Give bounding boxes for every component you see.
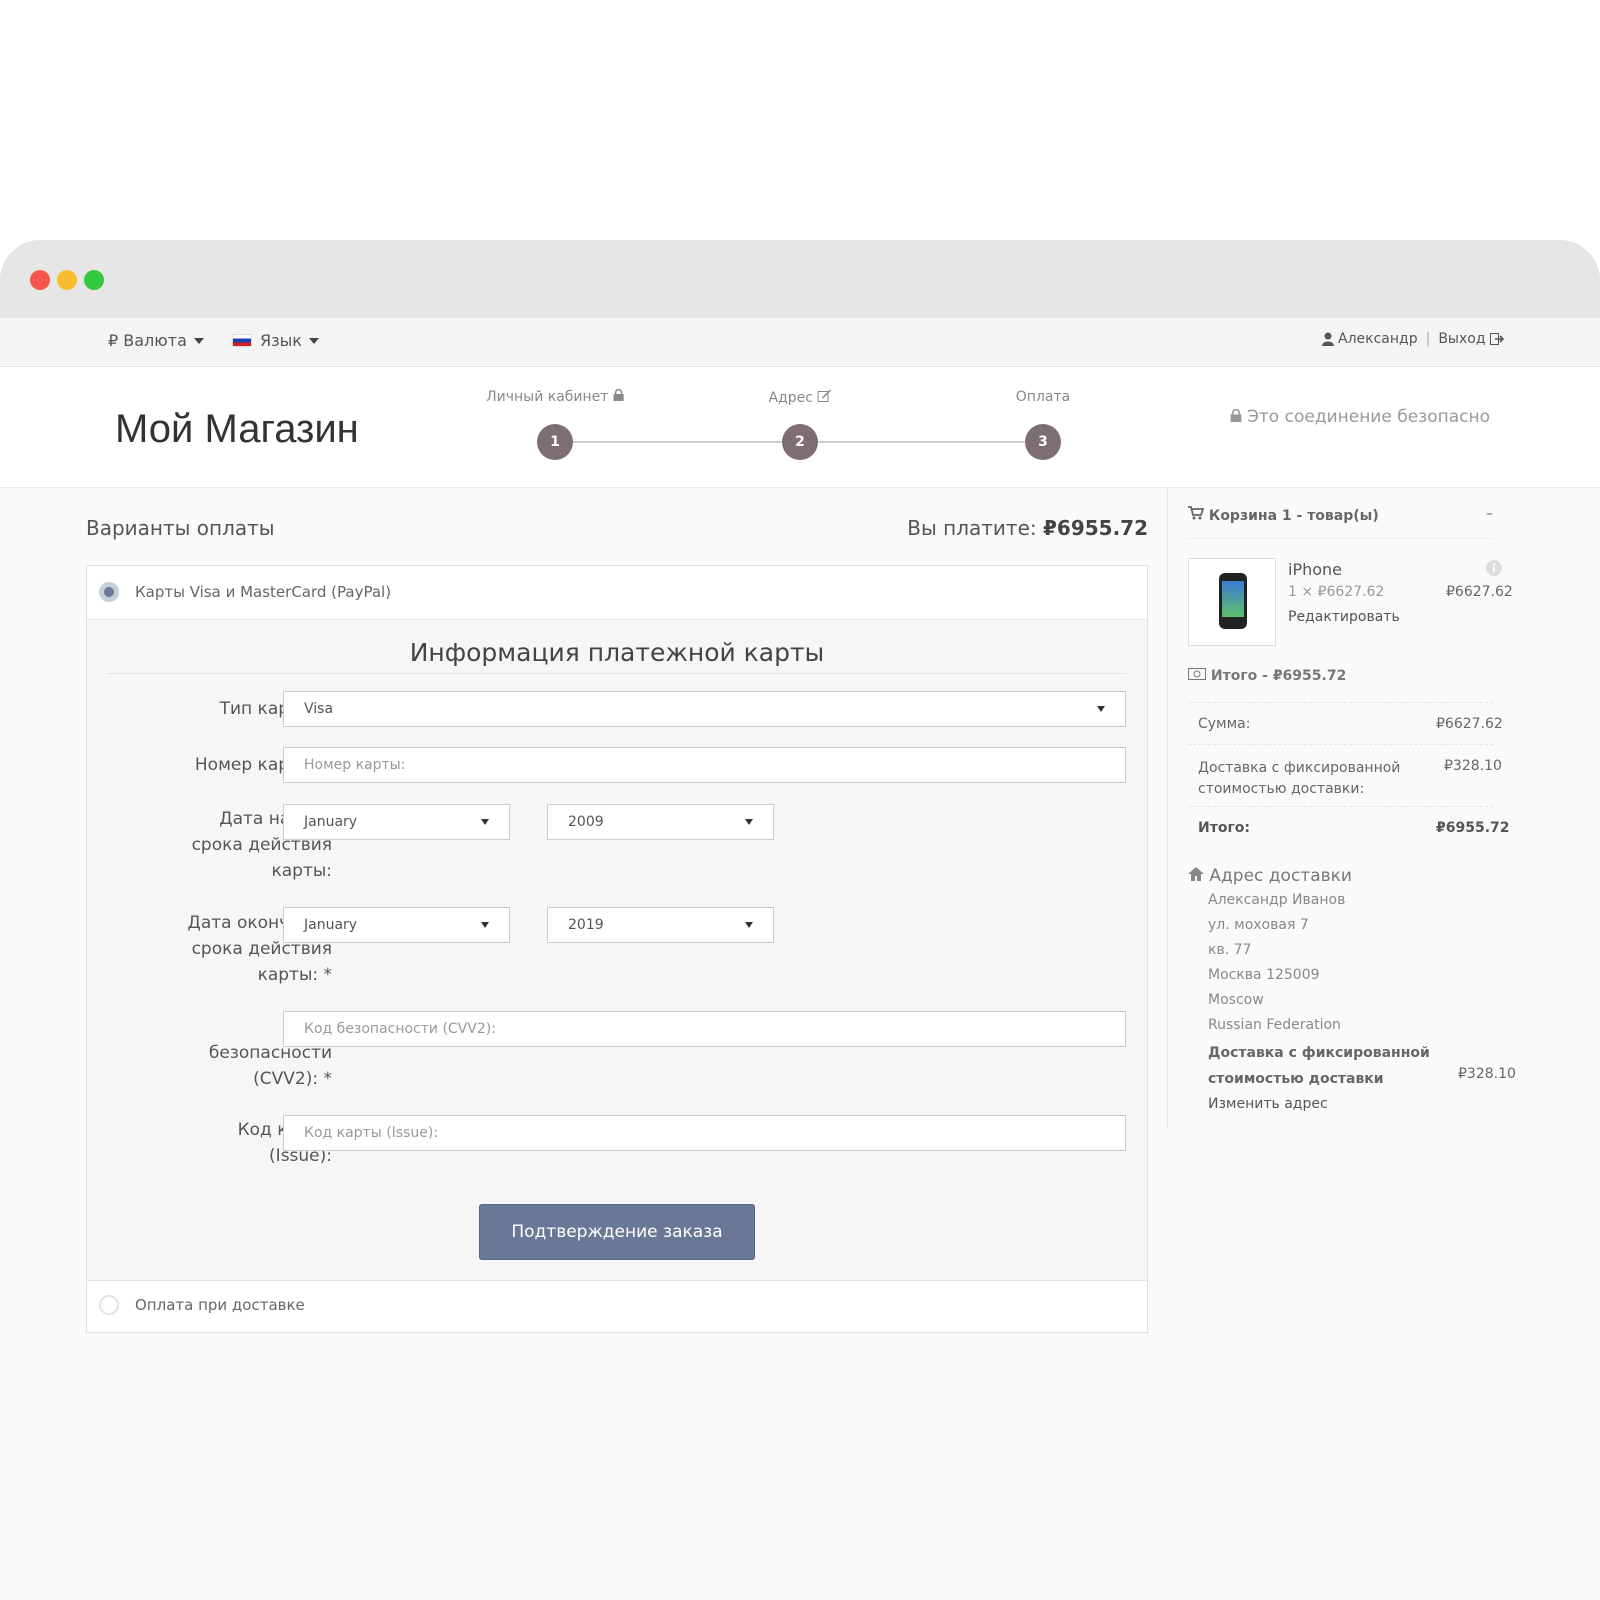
chevron-down-icon [481,819,489,825]
payment-method-card[interactable]: Карты Visa и MasterCard (PayPal) [87,566,1147,618]
chevron-down-icon [308,337,319,344]
step-label-address: Адрес [769,389,832,406]
nav-separator: | [1425,331,1431,347]
product-thumbnail[interactable] [1188,558,1276,646]
cart-icon [1188,506,1205,520]
end-month-select[interactable]: January [283,907,510,943]
step-3-circle[interactable]: 3 [1025,424,1061,460]
radio-unselected[interactable] [99,1295,119,1315]
address-line: Russian Federation [1208,1017,1341,1033]
divider [1188,744,1493,745]
edit-icon [817,389,831,402]
payment-options-title: Варианты оплаты [86,516,275,540]
browser-window: ₽ Валюта Язык Александр | Выход Мой Мага… [0,240,1600,1600]
lock-icon [1230,408,1242,422]
payment-method-label: Карты Visa и MasterCard (PayPal) [135,583,392,601]
user-icon [1322,332,1334,346]
logout-icon[interactable] [1489,333,1504,345]
chevron-down-icon [193,337,204,344]
issue-code-input[interactable]: Код карты (Issue): [283,1115,1126,1151]
step-1-circle[interactable]: 1 [537,424,573,460]
edit-product-link[interactable]: Редактировать [1288,609,1400,625]
chevron-down-icon [1097,706,1105,712]
address-line: Moscow [1208,992,1264,1008]
shipping-label: Доставка с фиксированной стоимостью доста… [1198,760,1401,797]
amount-to-pay: Вы платите: ₽6955.72 [907,516,1148,540]
address-header: Адрес доставки [1188,866,1352,886]
step-label-account: Личный кабинет [486,388,624,405]
radio-selected[interactable] [99,582,119,602]
lock-icon [613,388,624,401]
collapse-icon[interactable]: – [1486,506,1493,522]
address-line: Москва 125009 [1208,967,1320,983]
shipping-value: ₽328.10 [1444,758,1502,774]
card-number-input[interactable]: Номер карты: [283,747,1126,783]
money-icon [1188,668,1206,680]
end-year-select[interactable]: 2019 [547,907,774,943]
confirm-order-button[interactable]: Подтверждение заказа [479,1204,755,1260]
info-icon[interactable] [1486,560,1502,576]
shipping-method: Доставка с фиксированной стоимостью доста… [1208,1045,1430,1087]
subtotal-label: Сумма: [1198,716,1251,732]
product-total: ₽6627.62 [1446,584,1513,600]
russian-flag-icon [232,334,252,347]
card-form-title: Информация платежной карты [107,638,1127,674]
close-window-button[interactable] [30,270,50,290]
grand-total-label: Итого: [1198,820,1250,836]
user-menu: Александр | Выход [1322,331,1504,347]
change-address-link[interactable]: Изменить адрес [1208,1096,1328,1112]
user-name-link[interactable]: Александр [1338,331,1418,347]
card-type-select[interactable]: Visa [283,691,1126,727]
step-2-circle[interactable]: 2 [782,424,818,460]
store-logo[interactable]: Мой Магазин [115,407,359,452]
chevron-down-icon [481,922,489,928]
chevron-down-icon [745,922,753,928]
payment-methods-panel: Карты Visa и MasterCard (PayPal) Информа… [86,565,1148,1333]
window-titlebar [0,240,1600,318]
step-connector [800,441,1026,443]
checkout-header: Мой Магазин Личный кабинет Адрес Оплата … [0,367,1600,488]
amount-value: ₽6955.72 [1042,516,1148,540]
card-form: Информация платежной карты Тип карты: * … [87,619,1147,1281]
shipping-method-price: ₽328.10 [1458,1066,1516,1082]
chevron-down-icon [745,819,753,825]
total-header: Итого - ₽6955.72 [1188,668,1346,684]
step-label-payment: Оплата [1015,389,1071,405]
currency-dropdown[interactable]: ₽ Валюта [108,331,204,350]
home-icon [1188,867,1204,881]
product-name[interactable]: iPhone [1288,560,1342,579]
payment-method-cod[interactable]: Оплата при доставке [87,1279,1147,1331]
checkout-content: Варианты оплаты Вы платите: ₽6955.72 Кар… [0,488,1600,1600]
address-line: кв. 77 [1208,942,1252,958]
cart-header[interactable]: Корзина 1 - товар(ы) – [1188,506,1493,539]
start-month-select[interactable]: January [283,804,510,840]
order-summary-sidebar: Корзина 1 - товар(ы) – iPhone 1 × ₽6627.… [1167,488,1516,1128]
address-line: Александр Иванов [1208,892,1346,908]
logout-link[interactable]: Выход [1438,331,1485,347]
cart-title: Корзина 1 - товар(ы) [1208,508,1379,524]
grand-total-value: ₽6955.72 [1436,820,1510,836]
minimize-window-button[interactable] [57,270,77,290]
subtotal-value: ₽6627.62 [1436,716,1503,732]
top-navigation: ₽ Валюта Язык Александр | Выход [0,318,1600,367]
currency-label: ₽ Валюта [108,331,187,350]
cvv-input[interactable]: Код безопасности (CVV2): [283,1011,1126,1047]
secure-connection-notice: Это соединение безопасно [1230,407,1490,427]
divider [1188,806,1493,807]
step-connector [556,441,782,443]
start-year-select[interactable]: 2009 [547,804,774,840]
language-dropdown[interactable]: Язык [232,331,319,350]
language-label: Язык [260,331,302,350]
divider [1188,702,1493,703]
address-line: ул. моховая 7 [1208,917,1309,933]
product-qty-price: 1 × ₽6627.62 [1288,584,1385,600]
maximize-window-button[interactable] [84,270,104,290]
payment-method-label: Оплата при доставке [135,1296,305,1314]
iphone-image-icon [1219,573,1247,629]
